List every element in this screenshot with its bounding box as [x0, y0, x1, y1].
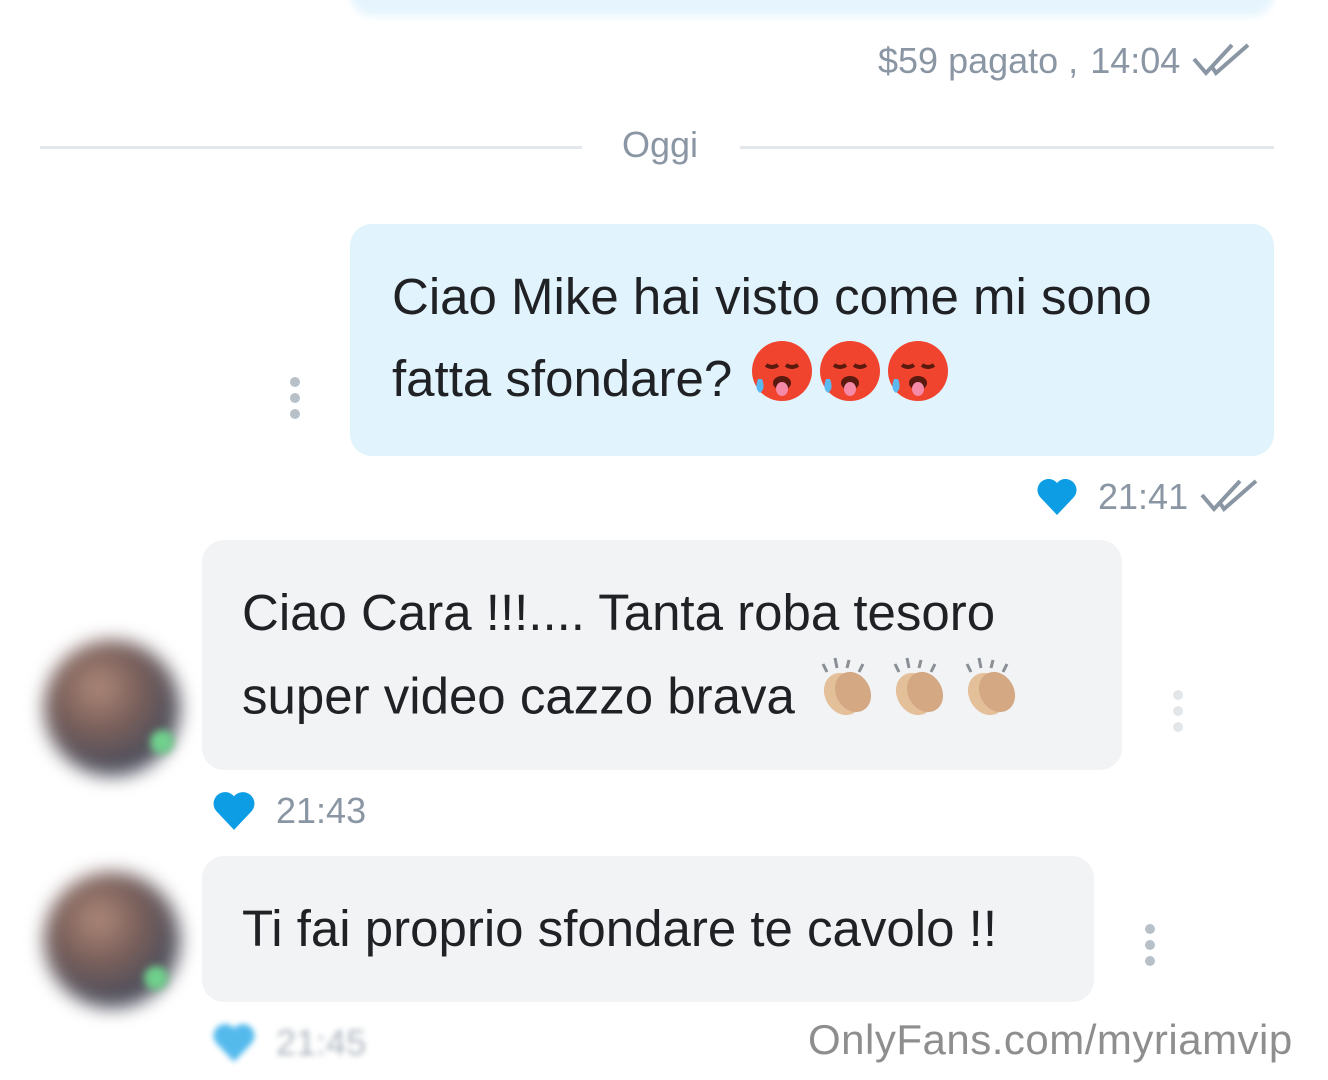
double-check-icon: [1200, 479, 1258, 513]
online-status-indicator: [144, 966, 168, 990]
hot-face-emoji: [818, 339, 882, 427]
message-options-button[interactable]: [287, 377, 303, 419]
sent-message-bubble[interactable]: Ciao Mike hai visto come mi sono fatta s…: [350, 224, 1274, 456]
double-check-icon: [1192, 43, 1250, 77]
heart-icon[interactable]: [1036, 477, 1078, 517]
payment-status: $59 pagato ,: [878, 40, 1079, 81]
online-status-indicator: [150, 730, 174, 754]
sent-message-meta: 21:41: [1036, 476, 1262, 518]
date-divider-line-left: [40, 146, 582, 149]
hot-face-emoji: [886, 339, 950, 427]
heart-icon[interactable]: [212, 1022, 256, 1064]
message-text: Ciao Cara !!!.... Tanta roba tesoro supe…: [242, 584, 996, 725]
message-options-button[interactable]: [1142, 924, 1158, 966]
date-divider-line-right: [740, 146, 1274, 149]
message-text: Ti fai proprio sfondare te cavolo !!: [242, 900, 997, 957]
watermark: OnlyFans.com/myriamvip: [808, 1016, 1293, 1063]
hot-face-emoji: [750, 339, 814, 427]
received-message-meta: 21:43: [212, 790, 366, 832]
received-message-meta: 21:45: [212, 1022, 366, 1064]
avatar[interactable]: [44, 640, 180, 776]
clapping-hands-emoji: [957, 654, 1025, 746]
clapping-hands-emoji: [813, 654, 881, 746]
received-message-bubble[interactable]: Ti fai proprio sfondare te cavolo !!: [202, 856, 1094, 1002]
previous-message-bubble: [350, 0, 1274, 16]
message-time: 21:45: [276, 1022, 367, 1063]
message-options-button[interactable]: [1170, 690, 1186, 732]
message-time: 21:43: [276, 790, 367, 831]
date-divider-label: Oggi: [621, 124, 699, 165]
received-message-bubble[interactable]: Ciao Cara !!!.... Tanta roba tesoro supe…: [202, 540, 1122, 770]
previous-message-meta: $59 pagato , 14:04: [878, 40, 1254, 82]
clapping-hands-emoji: [885, 654, 953, 746]
message-time: 21:41: [1098, 476, 1189, 517]
message-time: 14:04: [1090, 40, 1181, 81]
heart-icon[interactable]: [212, 790, 256, 832]
